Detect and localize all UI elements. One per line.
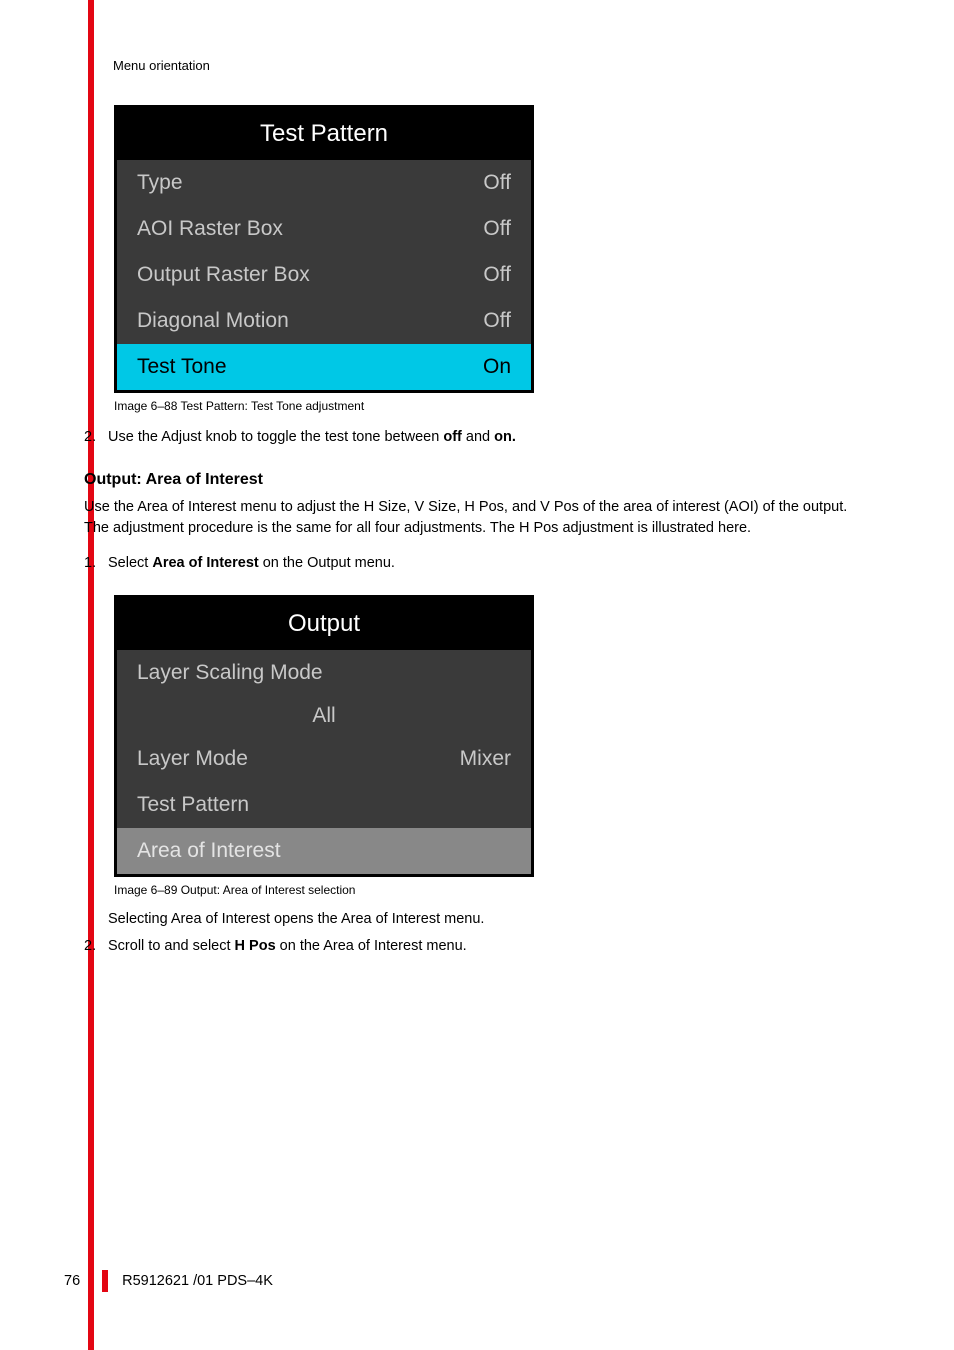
figure1-caption: Image 6–88 Test Pattern: Test Tone adjus… [114, 399, 874, 413]
menu-row-area-of-interest[interactable]: Area of Interest [117, 828, 531, 874]
step-1b: 1. Select Area of Interest on the Output… [84, 553, 874, 575]
figure2-caption: Image 6–89 Output: Area of Interest sele… [114, 883, 874, 897]
step-list-2: 1. Select Area of Interest on the Output… [84, 553, 874, 575]
menu-row-diagonal-motion[interactable]: Diagonal Motion Off [117, 298, 531, 344]
step-2: 2. Use the Adjust knob to toggle the tes… [84, 427, 874, 449]
menu-row-value: On [483, 355, 511, 379]
step-number: 1. [84, 553, 102, 575]
section-heading-output-aoi: Output: Area of Interest [84, 471, 874, 489]
step-number: 2. [84, 427, 102, 449]
after-text-block: Selecting Area of Interest opens the Are… [84, 909, 874, 959]
menu-row-value: Off [483, 171, 511, 195]
test-pattern-menu: Test Pattern Type Off AOI Raster Box Off… [114, 105, 534, 393]
menu-row-layer-scaling[interactable]: Layer Scaling Mode [117, 650, 531, 696]
menu-row-type[interactable]: Type Off [117, 160, 531, 206]
step-number: 2. [84, 936, 102, 958]
step-text: Scroll to and select H Pos on the Area o… [108, 936, 874, 958]
test-pattern-title: Test Pattern [117, 108, 531, 160]
after-text-line: Selecting Area of Interest opens the Are… [84, 909, 874, 931]
document-id: R5912621 /01 PDS–4K [122, 1273, 273, 1289]
menu-row-value: Off [483, 309, 511, 333]
footer-red-bar [102, 1270, 108, 1292]
page-number: 76 [64, 1273, 80, 1289]
menu-row-aoi-raster[interactable]: AOI Raster Box Off [117, 206, 531, 252]
menu-row-value: Off [483, 217, 511, 241]
menu-row-label: Output Raster Box [137, 263, 310, 287]
step-list-1: 2. Use the Adjust knob to toggle the tes… [84, 427, 874, 449]
menu-row-output-raster[interactable]: Output Raster Box Off [117, 252, 531, 298]
step-2b: 2. Scroll to and select H Pos on the Are… [84, 936, 874, 958]
section-body: Use the Area of Interest menu to adjust … [84, 497, 874, 539]
menu-row-test-tone[interactable]: Test Tone On [117, 344, 531, 390]
menu-row-label: AOI Raster Box [137, 217, 283, 241]
menu-row-label: Layer Scaling Mode [137, 661, 323, 685]
menu-row-test-pattern[interactable]: Test Pattern [117, 782, 531, 828]
step-text: Use the Adjust knob to toggle the test t… [108, 427, 874, 449]
page-content: Test Pattern Type Off AOI Raster Box Off… [84, 105, 874, 964]
menu-row-all[interactable]: All [117, 696, 531, 736]
menu-row-layer-mode[interactable]: Layer Mode Mixer [117, 736, 531, 782]
menu-row-value: Off [483, 263, 511, 287]
menu-row-value: Mixer [460, 747, 511, 771]
menu-row-label: Area of Interest [137, 839, 281, 863]
header-section-label: Menu orientation [113, 58, 210, 73]
menu-row-label: Type [137, 171, 183, 195]
menu-row-label: Layer Mode [137, 747, 248, 771]
output-title: Output [117, 598, 531, 650]
step-text: Select Area of Interest on the Output me… [108, 553, 874, 575]
menu-row-label: Diagonal Motion [137, 309, 289, 333]
output-menu: Output Layer Scaling Mode All Layer Mode… [114, 595, 534, 877]
menu-row-label: Test Pattern [137, 793, 249, 817]
after-text: Selecting Area of Interest opens the Are… [108, 909, 874, 931]
menu-row-label: All [312, 704, 335, 728]
step-number-empty [84, 909, 102, 931]
page-footer: 76 R5912621 /01 PDS–4K [64, 1270, 273, 1292]
menu-row-label: Test Tone [137, 355, 227, 379]
